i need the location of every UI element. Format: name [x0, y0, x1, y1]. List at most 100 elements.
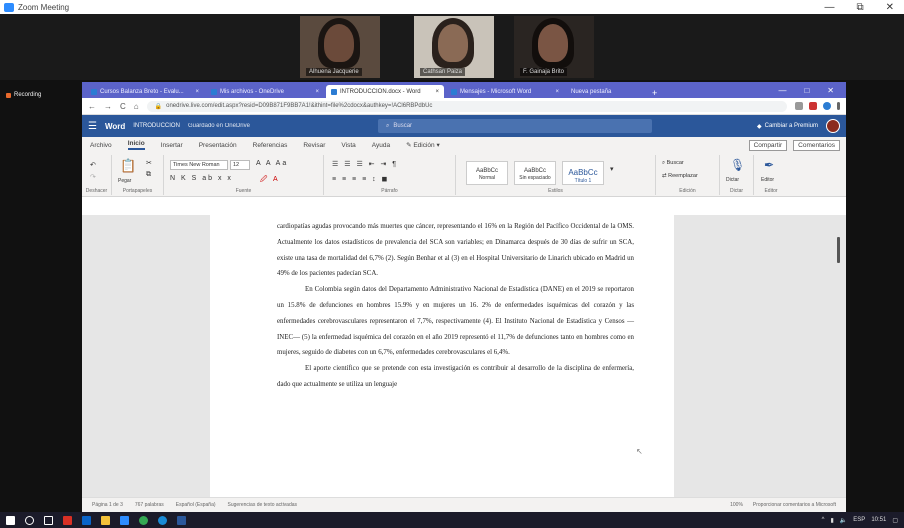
minimize-button[interactable]: — [824, 2, 834, 13]
participant-tile[interactable]: F. Gainaja Brito [514, 16, 594, 78]
page-count[interactable]: Página 1 de 3 [92, 502, 123, 508]
cut-icon[interactable]: ✂ [146, 159, 154, 167]
font-name-select[interactable]: Times New Roman [170, 160, 228, 170]
search-box[interactable]: ⌕ Buscar [378, 119, 652, 133]
browser-minimize-button[interactable]: — [778, 86, 786, 95]
style-heading-1[interactable]: AaBbCc Título 1 [562, 161, 604, 185]
gmail-icon[interactable] [63, 515, 72, 525]
feedback-link[interactable]: Proporcionar comentarios a Microsoft [753, 502, 836, 508]
tab-close-icon[interactable]: × [195, 89, 199, 95]
tab-presentacion[interactable]: Presentación [199, 142, 237, 149]
chevron-up-icon[interactable]: ^ [822, 517, 825, 523]
premium-button[interactable]: ◆ Cambiar a Premium [757, 123, 818, 130]
style-no-spacing[interactable]: AaBbCc Sin espaciado [514, 161, 556, 185]
style-normal[interactable]: AaBbCc Normal [466, 161, 508, 185]
chrome-icon[interactable] [139, 515, 148, 525]
reload-button[interactable]: C [120, 102, 126, 111]
browser-tab[interactable]: Nueva pestaña [566, 85, 646, 98]
document-name[interactable]: INTRODUCCIÓN [133, 123, 180, 129]
comments-button[interactable]: Comentarios [793, 139, 840, 151]
save-status[interactable]: Guardado en OneDrive [188, 123, 250, 129]
back-button[interactable]: ← [88, 102, 96, 111]
clock[interactable]: 10:51 [871, 517, 886, 523]
extension-icon[interactable] [809, 102, 817, 110]
word-icon[interactable] [177, 515, 186, 525]
font-grow-shrink-icon[interactable]: A A Aa [256, 160, 288, 167]
menu-icon[interactable] [837, 102, 840, 110]
ribbon-tabs: Archivo Inicio Insertar Presentación Ref… [82, 137, 846, 153]
start-icon[interactable] [6, 515, 15, 525]
notifications-icon[interactable]: ▢ [892, 517, 898, 524]
vertical-scrollbar[interactable] [837, 237, 840, 263]
tab-referencias[interactable]: Referencias [253, 142, 288, 149]
tab-vista[interactable]: Vista [341, 142, 355, 149]
font-size-select[interactable]: 12 [230, 160, 250, 170]
tab-ayuda[interactable]: Ayuda [372, 142, 390, 149]
styles-more-icon[interactable]: ▾ [610, 165, 616, 173]
tab-archivo[interactable]: Archivo [90, 142, 112, 149]
network-icon[interactable]: ▮ [831, 517, 834, 524]
microphone-icon[interactable]: 🎙 [730, 158, 747, 172]
browser-tab[interactable]: Mensajes - Microsoft Word × [446, 85, 564, 98]
url-field[interactable]: 🔒 onedrive.live.com/edit.aspx?resid=D09B8… [146, 100, 787, 112]
redo-icon[interactable]: ↷ [90, 173, 98, 181]
replace-button[interactable]: ⇄ Reemplazar [662, 173, 698, 179]
tab-revisar[interactable]: Revisar [303, 142, 325, 149]
new-tab-button[interactable]: + [652, 88, 657, 98]
restore-button[interactable]: ⧉ [856, 2, 863, 13]
search-icon[interactable] [25, 515, 34, 525]
tab-close-icon[interactable]: × [435, 89, 439, 95]
browser-tab[interactable]: Cursos Balanza Breto - Evalu... × [86, 85, 204, 98]
editor-pen-icon[interactable]: ✒ [764, 158, 776, 172]
undo-icon[interactable]: ↶ [90, 161, 98, 169]
language-status[interactable]: Español (España) [176, 502, 216, 508]
dictate-label[interactable]: Dictar [726, 177, 739, 183]
paste-icon[interactable]: 📋 [120, 158, 138, 174]
paragraph[interactable]: cardiopatías agudas provocando más muert… [277, 219, 634, 282]
app-launcher-icon[interactable]: ☰ [88, 121, 97, 132]
mail-icon[interactable] [82, 515, 91, 525]
participant-tile[interactable]: Cathsan Paiza [414, 16, 494, 78]
find-button[interactable]: ⌕ Buscar [662, 160, 684, 167]
highlight-color-icon[interactable]: 🖉 A [260, 175, 280, 186]
browser-close-button[interactable]: ✕ [827, 86, 834, 95]
editing-mode-dropdown[interactable]: ✎ Edición ▾ [406, 141, 440, 149]
format-buttons[interactable]: N K S ab x x [170, 175, 233, 182]
word-app-name[interactable]: Word [105, 122, 125, 131]
profile-icon[interactable] [823, 102, 831, 110]
avatar[interactable] [826, 119, 840, 133]
word-header-bar: ☰ Word INTRODUCCIÓN Guardado en OneDrive… [82, 115, 846, 137]
tab-inicio[interactable]: Inicio [127, 140, 145, 150]
browser-tab-active[interactable]: INTRODUCCION.docx - Word × [326, 85, 444, 98]
document-canvas[interactable]: cardiopatías agudas provocando más muert… [82, 215, 846, 512]
home-button[interactable]: ⌂ [134, 102, 139, 111]
tab-close-icon[interactable]: × [555, 89, 559, 95]
volume-icon[interactable]: 🔈 [840, 517, 847, 524]
paragraph[interactable]: El aporte científico que se pretende con… [277, 361, 634, 393]
text-suggestions-status[interactable]: Sugerencias de texto activadas [228, 502, 298, 508]
copy-icon[interactable]: ⧉ [146, 171, 153, 179]
browser-maximize-button[interactable]: □ [804, 86, 809, 95]
word-count[interactable]: 767 palabras [135, 502, 164, 508]
zoom-level[interactable]: 100% [730, 502, 743, 508]
editor-label[interactable]: Editor [761, 177, 774, 183]
explorer-icon[interactable] [101, 515, 110, 525]
edge-icon[interactable] [158, 515, 167, 525]
document-page[interactable]: cardiopatías agudas provocando más muert… [210, 215, 674, 505]
paste-label[interactable]: Pegar [118, 178, 131, 184]
align-buttons-icon[interactable]: ≡ ≡ ≡ ≡ ↕ ◼ [332, 175, 389, 183]
group-label: Párrafo [381, 188, 398, 194]
browser-tab[interactable]: Mis archivos - OneDrive × [206, 85, 324, 98]
zoom-icon[interactable] [120, 515, 129, 525]
close-button[interactable]: ✕ [886, 2, 894, 13]
input-language[interactable]: ESP [853, 517, 865, 523]
star-icon[interactable] [795, 102, 803, 110]
paragraph[interactable]: En Colombia según datos del Departamento… [277, 282, 634, 361]
participant-tile[interactable]: Alhuena Jacquerie [300, 16, 380, 78]
list-buttons-icon[interactable]: ☰ ☰ ☰ ⇤ ⇥ ¶ [332, 160, 398, 168]
tab-insertar[interactable]: Insertar [161, 142, 183, 149]
tab-close-icon[interactable]: × [315, 89, 319, 95]
taskview-icon[interactable] [44, 515, 53, 525]
share-button[interactable]: Compartir [748, 139, 788, 151]
forward-button[interactable]: → [104, 102, 112, 111]
